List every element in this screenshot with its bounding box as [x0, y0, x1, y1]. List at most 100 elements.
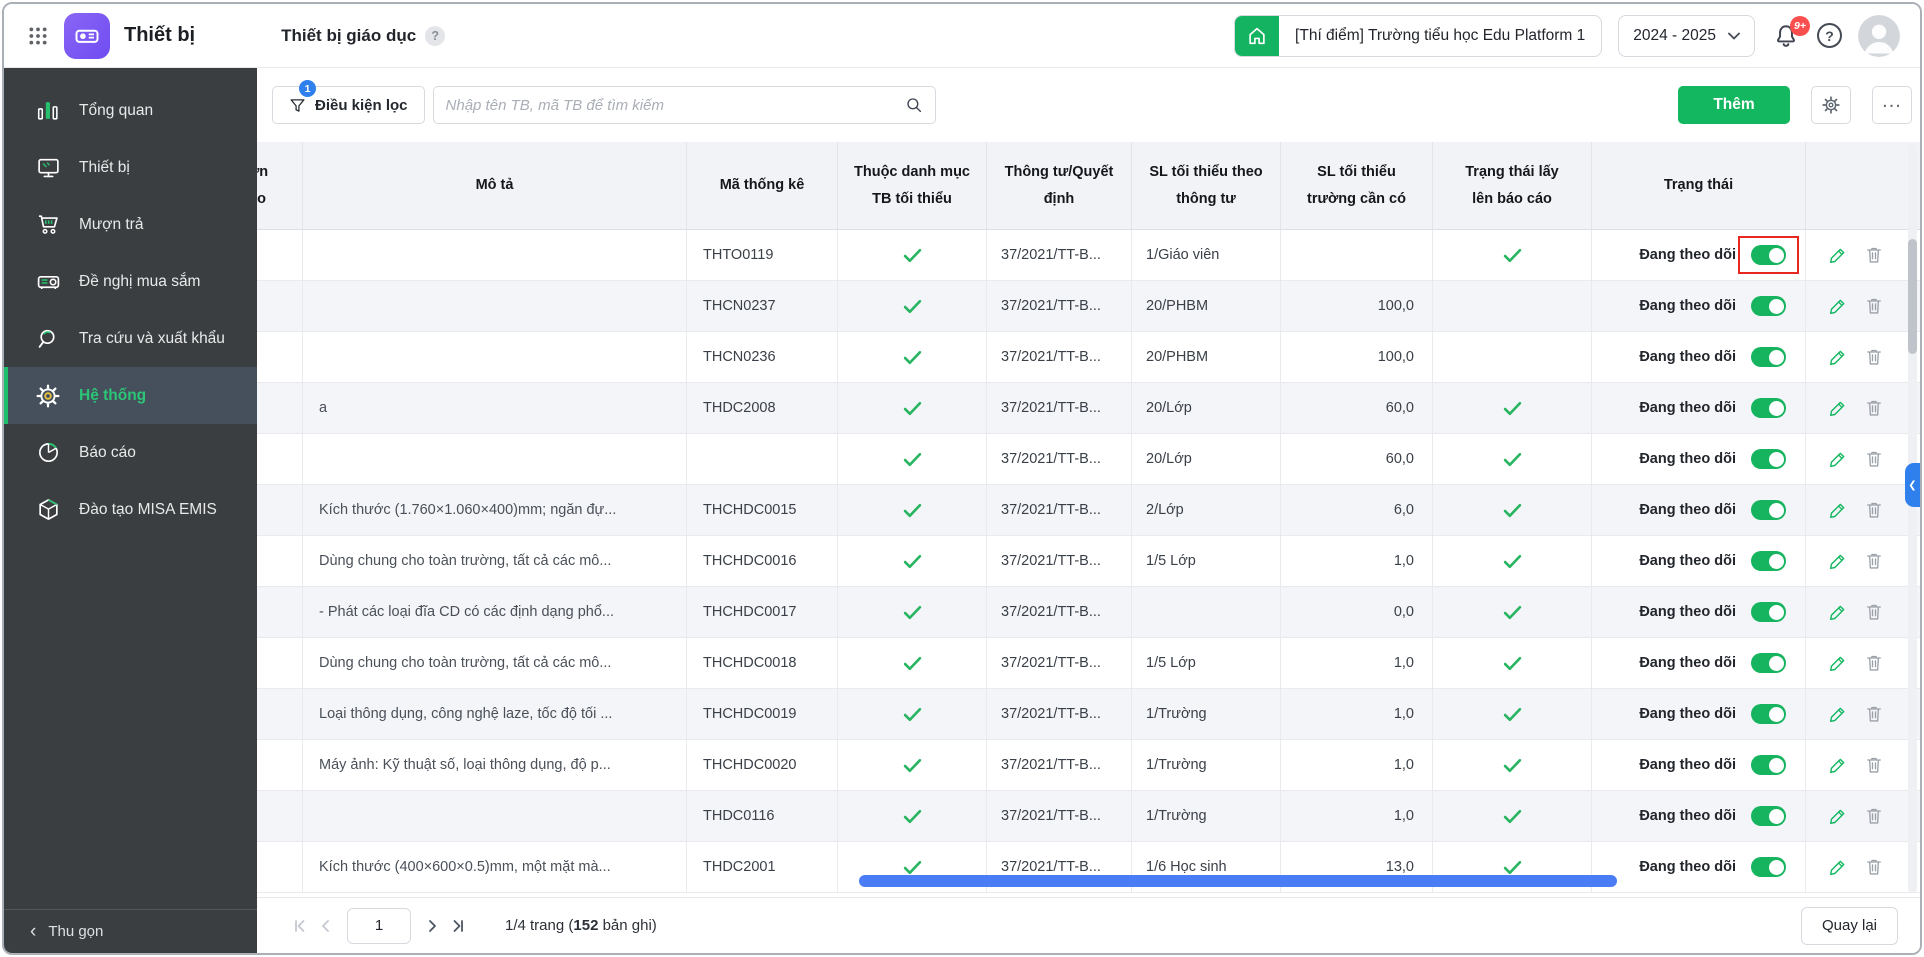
cell-decree: 37/2021/TT-B...: [987, 281, 1132, 331]
sidebar-item-thiet-bi[interactable]: Thiết bị: [4, 139, 257, 196]
status-toggle[interactable]: [1751, 755, 1786, 775]
edit-button[interactable]: [1828, 653, 1848, 673]
check-icon: [903, 707, 922, 722]
delete-button[interactable]: [1864, 755, 1884, 775]
table-settings-button[interactable]: [1811, 86, 1851, 124]
cell-status: Đang theo dõi: [1592, 230, 1806, 280]
sidebar-collapse-button[interactable]: ‹ Thu gọn: [4, 909, 257, 953]
status-toggle[interactable]: [1751, 398, 1786, 418]
delete-button[interactable]: [1864, 857, 1884, 877]
sidebar-item-muon-tra[interactable]: Mượn trả: [4, 196, 257, 253]
status-label: Đang theo dõi: [1639, 298, 1736, 314]
status-toggle[interactable]: [1751, 296, 1786, 316]
table-row[interactable]: 37/2021/TT-B... 20/Lớp 60,0 Đang theo dõ…: [257, 434, 1920, 485]
delete-button[interactable]: [1864, 296, 1884, 316]
edit-button[interactable]: [1828, 602, 1848, 622]
edit-button[interactable]: [1828, 245, 1848, 265]
sidebar-item-tra-cuu[interactable]: Tra cứu và xuất khẩu: [4, 310, 257, 367]
delete-button[interactable]: [1864, 602, 1884, 622]
table-row[interactable]: THDC0116 37/2021/TT-B... 1/Trường 1,0 Đa…: [257, 791, 1920, 842]
pencil-icon: [1828, 857, 1848, 877]
delete-button[interactable]: [1864, 347, 1884, 367]
delete-button[interactable]: [1864, 500, 1884, 520]
cell-stat-code: [687, 434, 838, 484]
sidebar-item-bao-cao[interactable]: Báo cáo: [4, 424, 257, 481]
prev-page-button[interactable]: [313, 913, 339, 939]
edit-button[interactable]: [1828, 755, 1848, 775]
page-help-icon[interactable]: ?: [425, 26, 445, 46]
delete-button[interactable]: [1864, 653, 1884, 673]
app-grid-icon[interactable]: [20, 18, 56, 54]
search-icon[interactable]: [905, 96, 923, 114]
cell-min-per: 1/5 Lớp: [1132, 536, 1281, 586]
next-page-button[interactable]: [419, 913, 445, 939]
table-row[interactable]: a THDC2008 37/2021/TT-B... 20/Lớp 60,0 Đ…: [257, 383, 1920, 434]
cell-school-qty: 1,0: [1281, 638, 1433, 688]
edit-button[interactable]: [1828, 806, 1848, 826]
table-row[interactable]: Loại thông dụng, công nghệ laze, tốc độ …: [257, 689, 1920, 740]
delete-button[interactable]: [1864, 245, 1884, 265]
last-page-button[interactable]: [445, 913, 471, 939]
status-toggle[interactable]: [1751, 551, 1786, 571]
add-button[interactable]: Thêm: [1678, 86, 1790, 124]
sidebar-item-he-thong[interactable]: Hệ thống: [4, 367, 257, 424]
status-toggle[interactable]: [1751, 347, 1786, 367]
cell-actions: [1806, 842, 1920, 892]
edit-button[interactable]: [1828, 500, 1848, 520]
status-toggle[interactable]: [1751, 602, 1786, 622]
status-toggle[interactable]: [1751, 857, 1786, 877]
status-toggle[interactable]: [1751, 245, 1786, 265]
ellipsis-icon: ...: [1882, 101, 1902, 109]
edit-button[interactable]: [1828, 398, 1848, 418]
help-button[interactable]: ?: [1817, 23, 1842, 48]
status-toggle-wrap: [1738, 491, 1799, 529]
notifications-button[interactable]: 9+: [1771, 21, 1801, 51]
cell-description: [303, 434, 687, 484]
pencil-icon: [1828, 551, 1848, 571]
vertical-scrollbar[interactable]: [1908, 144, 1917, 893]
table-row[interactable]: Máy ảnh: Kỹ thuật số, loại thông dụng, đ…: [257, 740, 1920, 791]
sidebar-item-de-nghi-mua-sam[interactable]: Đề nghị mua sắm: [4, 253, 257, 310]
delete-button[interactable]: [1864, 449, 1884, 469]
edit-button[interactable]: [1828, 551, 1848, 571]
edit-button[interactable]: [1828, 347, 1848, 367]
pencil-icon: [1828, 245, 1848, 265]
cell-report: [1433, 383, 1592, 433]
status-toggle[interactable]: [1751, 806, 1786, 826]
avatar[interactable]: [1858, 15, 1900, 57]
delete-button[interactable]: [1864, 551, 1884, 571]
status-toggle[interactable]: [1751, 704, 1786, 724]
delete-button[interactable]: [1864, 806, 1884, 826]
delete-button[interactable]: [1864, 704, 1884, 724]
sidebar-item-dao-tao[interactable]: Đào tạo MISA EMIS: [4, 481, 257, 538]
cell-min-per: 20/PHBM: [1132, 281, 1281, 331]
edit-button[interactable]: [1828, 857, 1848, 877]
search-input[interactable]: [446, 97, 897, 114]
side-panel-expand-tab[interactable]: ❮: [1905, 463, 1920, 507]
edit-button[interactable]: [1828, 296, 1848, 316]
filter-button[interactable]: Điều kiện lọc 1: [272, 86, 425, 124]
horizontal-scrollbar-thumb[interactable]: [859, 875, 1617, 887]
first-page-button[interactable]: [287, 913, 313, 939]
cell-status: Đang theo dõi: [1592, 434, 1806, 484]
edit-button[interactable]: [1828, 449, 1848, 469]
table-row[interactable]: - Phát các loại đĩa CD có các định dạng …: [257, 587, 1920, 638]
table-row[interactable]: THCN0237 37/2021/TT-B... 20/PHBM 100,0 Đ…: [257, 281, 1920, 332]
status-toggle[interactable]: [1751, 449, 1786, 469]
vertical-scrollbar-thumb[interactable]: [1908, 239, 1917, 354]
school-selector[interactable]: [Thí điểm] Trường tiểu học Edu Platform …: [1234, 15, 1602, 57]
page-input[interactable]: [347, 908, 411, 944]
sidebar-item-tong-quan[interactable]: Tổng quan: [4, 82, 257, 139]
status-toggle[interactable]: [1751, 653, 1786, 673]
status-toggle[interactable]: [1751, 500, 1786, 520]
table-row[interactable]: THTO0119 37/2021/TT-B... 1/Giáo viên Đan…: [257, 230, 1920, 281]
table-row[interactable]: Kích thước (1.760×1.060×400)mm; ngăn đự.…: [257, 485, 1920, 536]
delete-button[interactable]: [1864, 398, 1884, 418]
more-options-button[interactable]: ...: [1872, 86, 1912, 124]
table-row[interactable]: THCN0236 37/2021/TT-B... 20/PHBM 100,0 Đ…: [257, 332, 1920, 383]
edit-button[interactable]: [1828, 704, 1848, 724]
table-row[interactable]: Dùng chung cho toàn trường, tất cả các m…: [257, 536, 1920, 587]
table-row[interactable]: Dùng chung cho toàn trường, tất cả các m…: [257, 638, 1920, 689]
school-year-selector[interactable]: 2024 - 2025: [1618, 15, 1755, 57]
back-button[interactable]: Quay lại: [1801, 907, 1898, 945]
